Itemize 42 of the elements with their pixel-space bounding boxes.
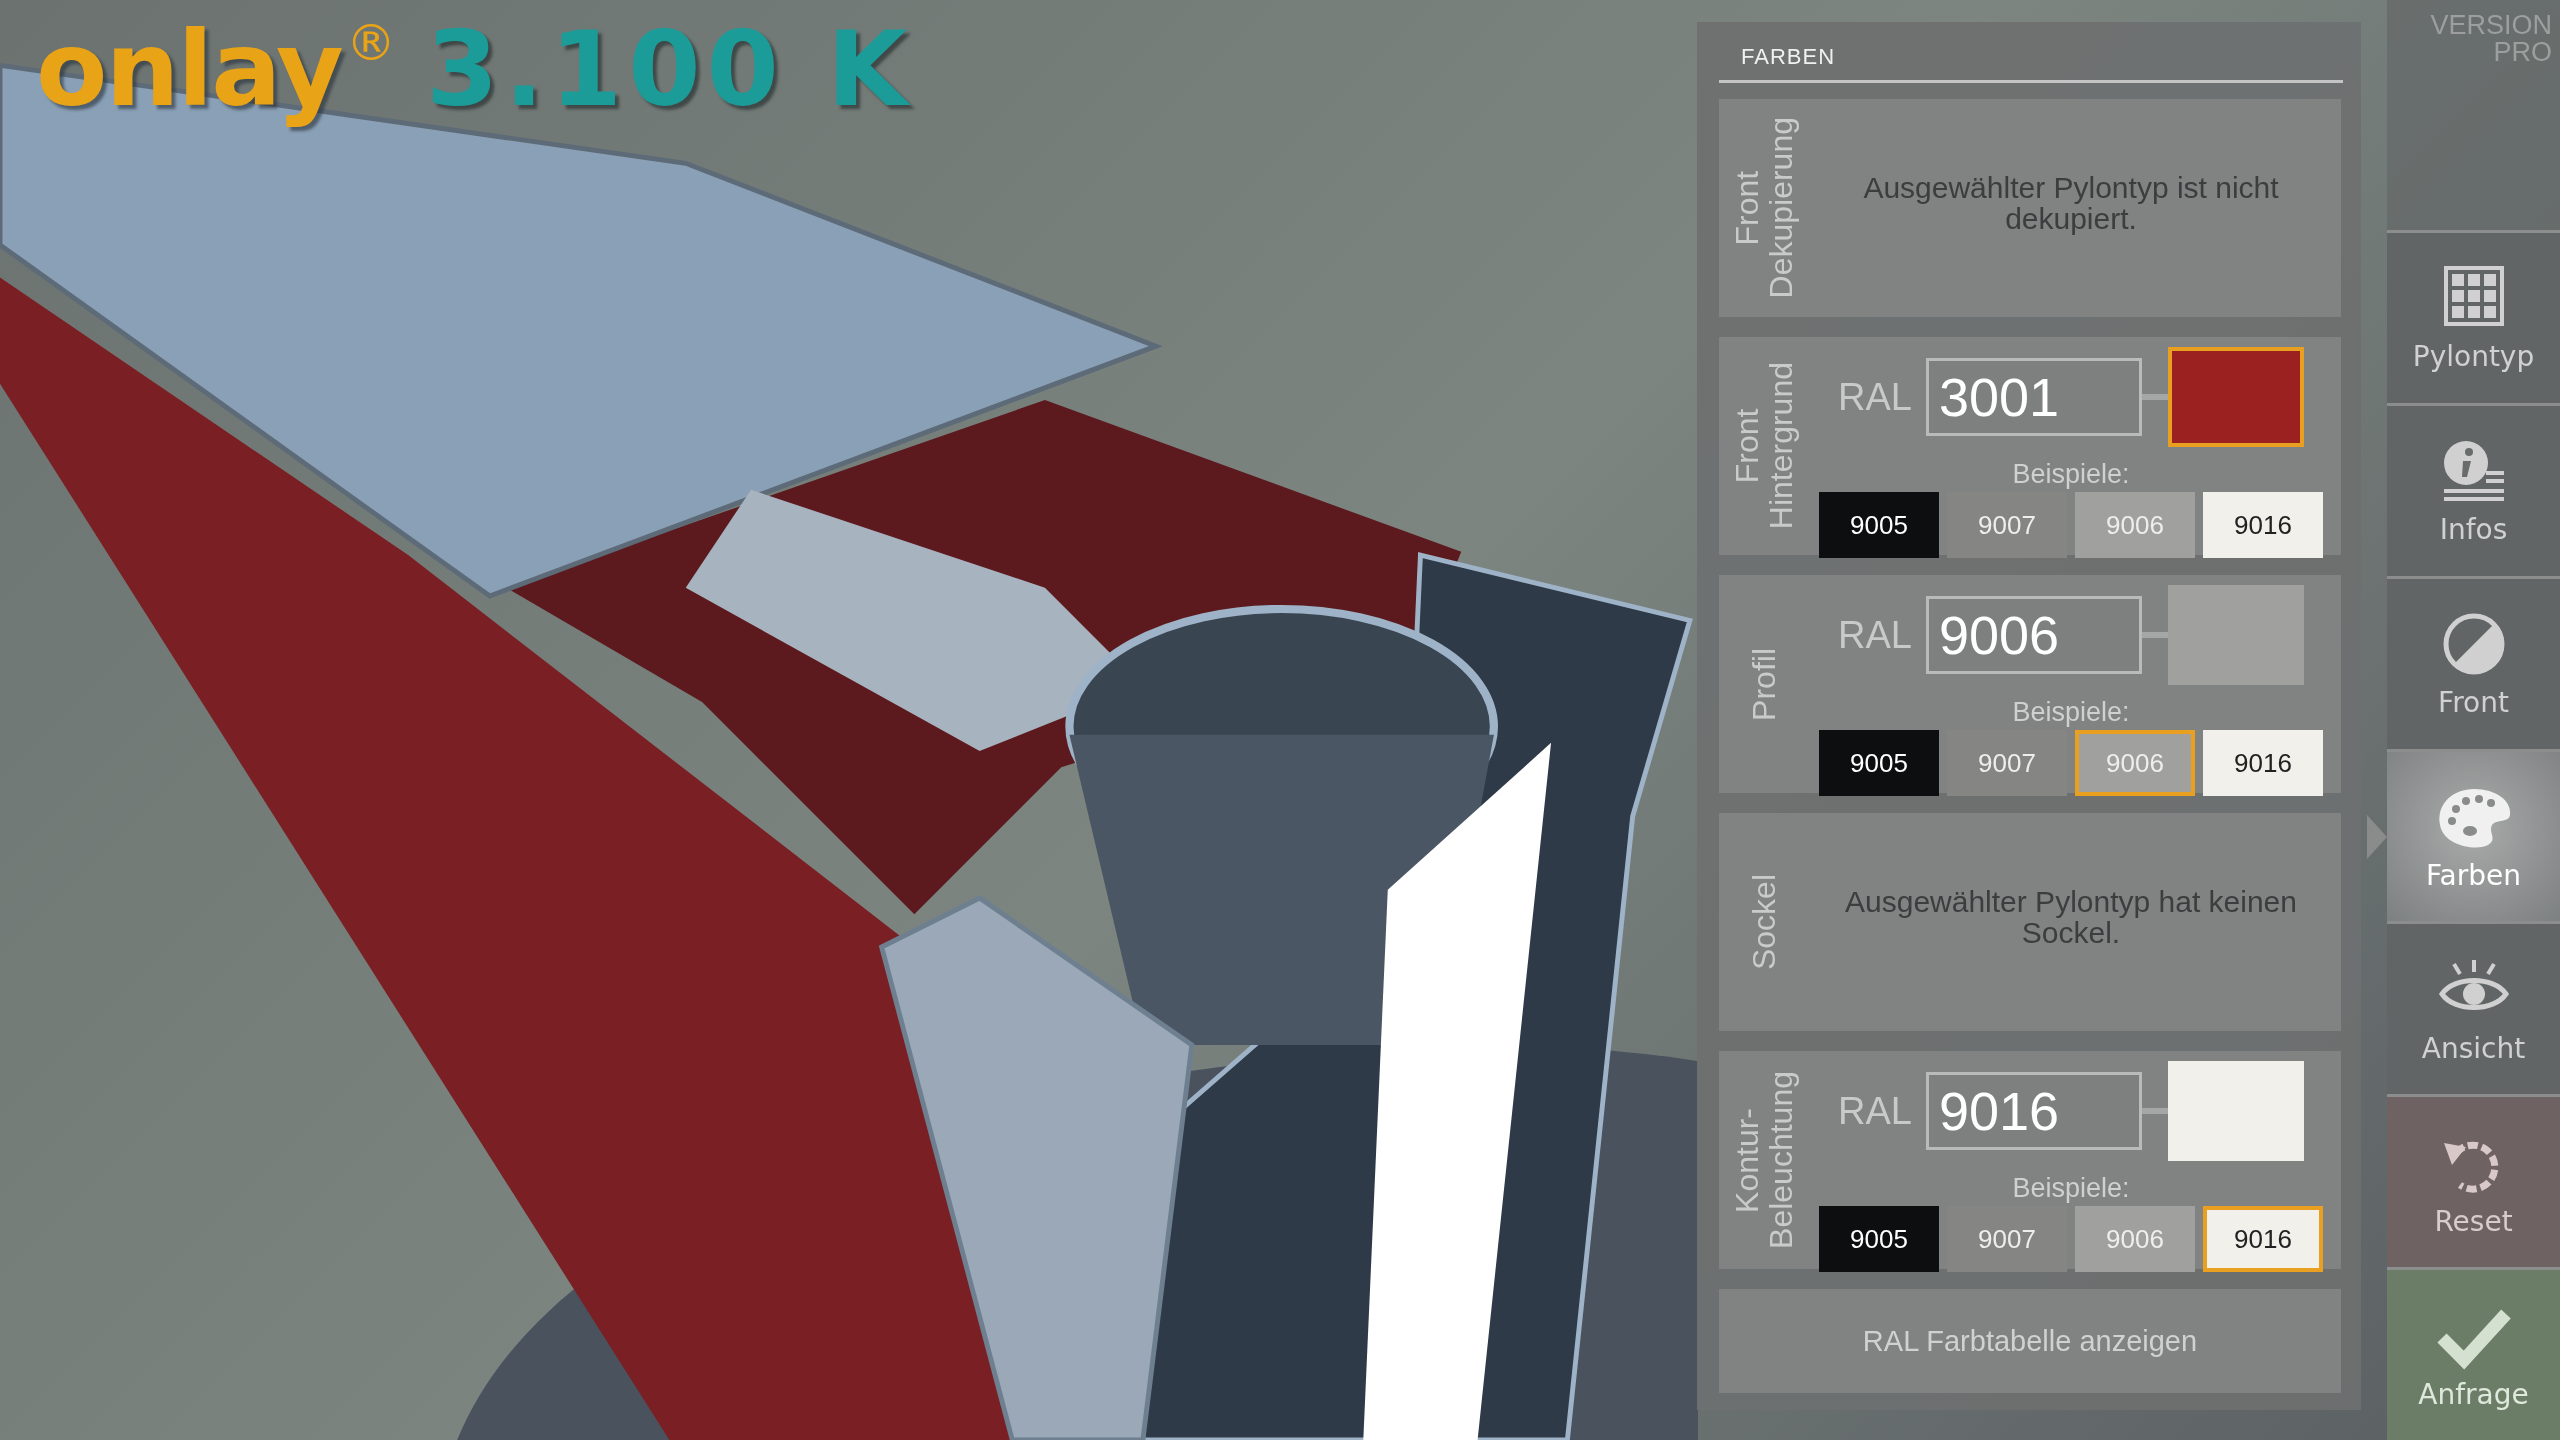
nav-button[interactable]: Front	[2387, 575, 2560, 749]
nav-button[interactable]: Anfrage	[2387, 1267, 2560, 1440]
brand-logo-text: onlay	[36, 8, 342, 130]
selection-pointer	[2367, 814, 2387, 859]
color-chip[interactable]: 9007	[1947, 1206, 2067, 1272]
section-label: Front Hintergrund	[1731, 362, 1799, 530]
color-swatch[interactable]	[2167, 585, 2304, 685]
color-chip[interactable]: 9016	[2203, 730, 2323, 796]
section-label: Sockel	[1748, 873, 1782, 970]
ral-input-field[interactable]: 9006	[1925, 596, 2142, 674]
panel-title: FARBEN	[1719, 34, 2343, 83]
ral-label: RAL	[1838, 1089, 1912, 1133]
section-label: Kontur- Beleuchtung	[1731, 1071, 1799, 1249]
info-message: Ausgewählter Pylontyp ist nicht dekupiert.	[1862, 171, 2280, 235]
color-chip[interactable]: 9016	[2203, 492, 2323, 558]
ral-label: RAL	[1838, 613, 1912, 657]
registered-mark: ®	[345, 14, 396, 72]
color-swatch[interactable]	[2167, 1061, 2304, 1161]
color-chip[interactable]: 9005	[1819, 1206, 1939, 1272]
nav-button[interactable]: Pylontyp	[2387, 230, 2560, 403]
nav-button[interactable]: Reset	[2387, 1094, 2560, 1268]
ral-input-field[interactable]: 3001	[1925, 358, 2142, 436]
info-message: Ausgewählter Pylontyp hat keinen Sockel.	[1844, 885, 2298, 949]
examples-label: Beispiele:	[2012, 459, 2130, 490]
section-label: Front Dekupierung	[1731, 117, 1799, 299]
color-chip[interactable]: 9005	[1819, 730, 1939, 796]
section-label: Profil	[1748, 647, 1782, 721]
color-chip[interactable]: 9005	[1819, 492, 1939, 558]
examples-label: Beispiele:	[2012, 1173, 2130, 1204]
examples-label: Beispiele:	[2012, 697, 2130, 728]
color-chip[interactable]: 9006	[2075, 1206, 2195, 1272]
color-chip[interactable]: 9016	[2203, 1206, 2323, 1272]
color-swatch[interactable]	[2167, 347, 2304, 447]
nav-button[interactable]: Infos	[2387, 402, 2560, 576]
color-chip[interactable]: 9007	[1947, 730, 2067, 796]
color-chip[interactable]: 9006	[2075, 492, 2195, 558]
ral-input-field[interactable]: 9016	[1925, 1072, 2142, 1150]
color-chip[interactable]: 9006	[2075, 730, 2195, 796]
ral-label: RAL	[1838, 375, 1912, 419]
ral-table-button[interactable]: RAL Farbtabelle anzeigen	[1719, 1289, 2341, 1393]
model-name: 3.100 K	[425, 8, 914, 130]
color-chip[interactable]: 9007	[1947, 492, 2067, 558]
